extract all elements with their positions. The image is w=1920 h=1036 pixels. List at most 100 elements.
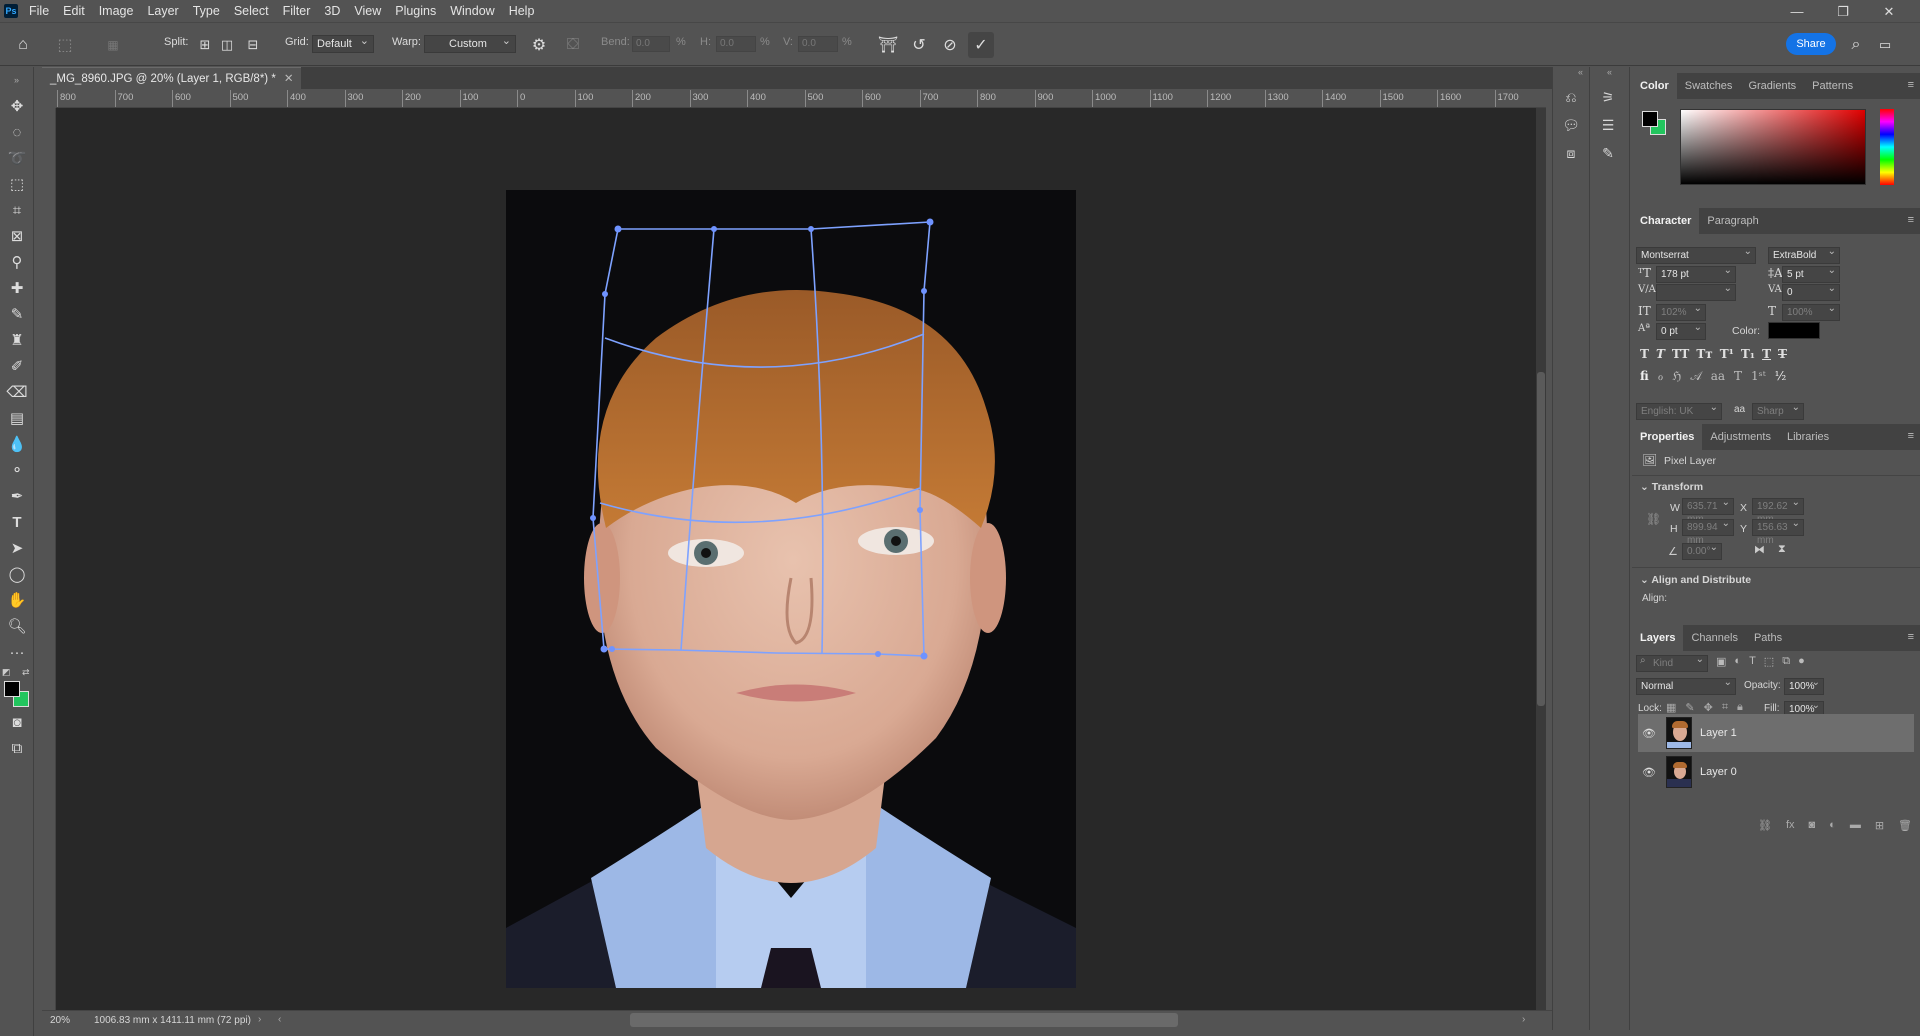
new-group-icon[interactable]: ▬ — [1850, 819, 1861, 837]
filter-type-icon[interactable]: T — [1749, 655, 1756, 672]
link-layers-icon[interactable]: ⛓ — [1758, 819, 1772, 837]
transform-section[interactable]: ⌄ Transform — [1640, 481, 1703, 493]
tab-gradients[interactable]: Gradients — [1740, 73, 1804, 99]
superscript-icon[interactable]: T¹ — [1720, 347, 1734, 365]
delete-layer-icon[interactable]: 🗑︎ — [1898, 819, 1912, 837]
minimize-icon[interactable]: — — [1774, 0, 1820, 23]
tab-adjustments[interactable]: Adjustments — [1702, 424, 1779, 450]
crop-tool-icon[interactable]: ⌗ — [0, 197, 34, 223]
new-layer-icon[interactable]: ⊞ — [1875, 819, 1884, 837]
history-panel-icon[interactable]: ⎌ — [1553, 83, 1589, 111]
flip-vertical-icon[interactable]: ⧗ — [1778, 543, 1786, 556]
hand-tool-icon[interactable]: ✋ — [0, 587, 34, 613]
tracking-select[interactable]: 0 — [1782, 282, 1840, 301]
ordinals-icon[interactable]: 1ˢᵗ — [1751, 369, 1766, 387]
color-field[interactable] — [1680, 109, 1866, 185]
status-expand-icon[interactable]: › — [258, 1014, 261, 1025]
menu-filter[interactable]: Filter — [276, 0, 318, 23]
underline-icon[interactable]: T — [1762, 347, 1771, 365]
flip-horizontal-icon[interactable]: ⧓ — [1754, 543, 1765, 556]
filter-smart-icon[interactable]: ⧉ — [1782, 655, 1790, 672]
object-select-tool-icon[interactable]: ⬚ — [0, 171, 34, 197]
menu-file[interactable]: File — [22, 0, 56, 23]
brush-settings-icon[interactable]: ✎ — [1590, 139, 1626, 167]
menu-plugins[interactable]: Plugins — [388, 0, 443, 23]
transform-reference-icon[interactable]: ⬚ — [52, 32, 78, 58]
faux-bold-icon[interactable]: T — [1640, 347, 1649, 365]
new-adjustment-icon[interactable]: ◐ — [1829, 819, 1836, 837]
type-tool-icon[interactable]: T — [0, 509, 34, 535]
paragraph-panel-icon[interactable]: ☰ — [1590, 111, 1626, 139]
menu-window[interactable]: Window — [443, 0, 501, 23]
menu-select[interactable]: Select — [227, 0, 276, 23]
cancel-transform-icon[interactable]: ⊘ — [937, 32, 963, 58]
pen-tool-icon[interactable]: ✒ — [0, 483, 34, 509]
layer-kind-filter[interactable]: Kind — [1636, 653, 1708, 672]
clone-stamp-tool-icon[interactable]: ♜ — [0, 327, 34, 353]
character-panel-menu-icon[interactable]: ≡ — [1908, 214, 1914, 226]
eraser-tool-icon[interactable]: ⌫ — [0, 379, 34, 405]
text-color-swatch[interactable] — [1768, 322, 1820, 339]
tab-properties[interactable]: Properties — [1632, 424, 1703, 450]
link-icon[interactable]: ⛓ — [1646, 512, 1661, 526]
plugins-panel-icon[interactable]: ⧈ — [1553, 139, 1589, 167]
strikethrough-icon[interactable]: T — [1778, 347, 1787, 365]
dodge-tool-icon[interactable]: ⚬ — [0, 457, 34, 483]
width-input[interactable]: 635.71 mm — [1682, 496, 1734, 525]
ligatures-icon[interactable]: fi — [1640, 369, 1649, 387]
workspace-icon[interactable]: ▭ — [1872, 32, 1898, 58]
swap-colors-icon[interactable]: ⇄ — [22, 667, 30, 678]
horizontal-scale-input[interactable]: 100% — [1782, 302, 1840, 321]
share-button[interactable]: Share — [1786, 33, 1836, 55]
layer-name-2[interactable]: Layer 0 — [1700, 766, 1737, 778]
adjust-panel-icon[interactable]: ⚞ — [1590, 83, 1626, 111]
tab-patterns[interactable]: Patterns — [1804, 73, 1861, 99]
path-selection-tool-icon[interactable]: ➤ — [0, 535, 34, 561]
filter-shape-icon[interactable]: ⬚ — [1764, 655, 1774, 672]
layer-name[interactable]: Layer 1 — [1700, 727, 1737, 739]
font-family-select[interactable]: Montserrat — [1636, 245, 1756, 264]
menu-view[interactable]: View — [347, 0, 388, 23]
tab-paragraph[interactable]: Paragraph — [1699, 208, 1766, 234]
history-brush-tool-icon[interactable]: ✐ — [0, 353, 34, 379]
close-window-icon[interactable]: ✕ — [1866, 0, 1912, 23]
align-distribute-section[interactable]: ⌄ Align and Distribute — [1640, 574, 1751, 586]
antialias-select[interactable]: Sharp — [1752, 401, 1804, 420]
gear-icon[interactable]: ⚙ — [526, 32, 552, 58]
healing-brush-tool-icon[interactable]: ✚ — [0, 275, 34, 301]
filter-adjustment-icon[interactable]: ◐ — [1734, 655, 1741, 672]
menu-help[interactable]: Help — [502, 0, 542, 23]
language-select[interactable]: English: UK — [1636, 401, 1722, 420]
toggle-warp-icon[interactable]: ⛩ — [875, 32, 901, 58]
y-input[interactable]: 156.63 mm — [1752, 517, 1804, 546]
baseline-shift-input[interactable]: 0 pt — [1656, 321, 1706, 340]
filter-pixel-icon[interactable]: ▣ — [1716, 655, 1726, 672]
stylistic-alternates-icon[interactable]: 𝒜 — [1690, 369, 1701, 387]
layer-style-icon[interactable]: fx — [1786, 819, 1795, 837]
gradient-tool-icon[interactable]: ▤ — [0, 405, 34, 431]
comments-panel-icon[interactable]: 💬︎ — [1553, 111, 1589, 139]
warp-orientation-icon[interactable]: ⛋ — [560, 32, 586, 58]
add-mask-icon[interactable]: ◙ — [1809, 819, 1816, 837]
marquee-tool-icon[interactable]: ◌ — [0, 119, 34, 145]
ellipse-tool-icon[interactable]: ◯ — [0, 561, 34, 587]
all-caps-icon[interactable]: TT — [1672, 347, 1689, 365]
foreground-color-swatch[interactable] — [4, 681, 20, 697]
faux-italic-icon[interactable]: T — [1656, 347, 1665, 365]
undo-icon[interactable]: ↺ — [906, 32, 932, 58]
tab-libraries[interactable]: Libraries — [1779, 424, 1837, 450]
menu-image[interactable]: Image — [92, 0, 141, 23]
tab-layers[interactable]: Layers — [1632, 625, 1684, 651]
contextual-icon[interactable]: T — [1734, 369, 1742, 387]
tab-paths[interactable]: Paths — [1746, 625, 1790, 651]
tab-character[interactable]: Character — [1632, 208, 1700, 234]
search-icon[interactable]: ⌕ — [1843, 32, 1869, 58]
layer-row-1[interactable]: 👁︎ Layer 1 — [1638, 714, 1914, 752]
zoom-tool-icon[interactable]: 🔍︎ — [0, 613, 34, 639]
font-style-select[interactable]: ExtraBold — [1768, 245, 1840, 264]
blur-tool-icon[interactable]: 💧 — [0, 431, 34, 457]
lasso-tool-icon[interactable]: ➰ — [0, 145, 34, 171]
screen-mode-icon[interactable]: ⧉ — [0, 735, 34, 761]
tab-color[interactable]: Color — [1632, 73, 1677, 99]
hue-slider[interactable] — [1880, 109, 1894, 185]
